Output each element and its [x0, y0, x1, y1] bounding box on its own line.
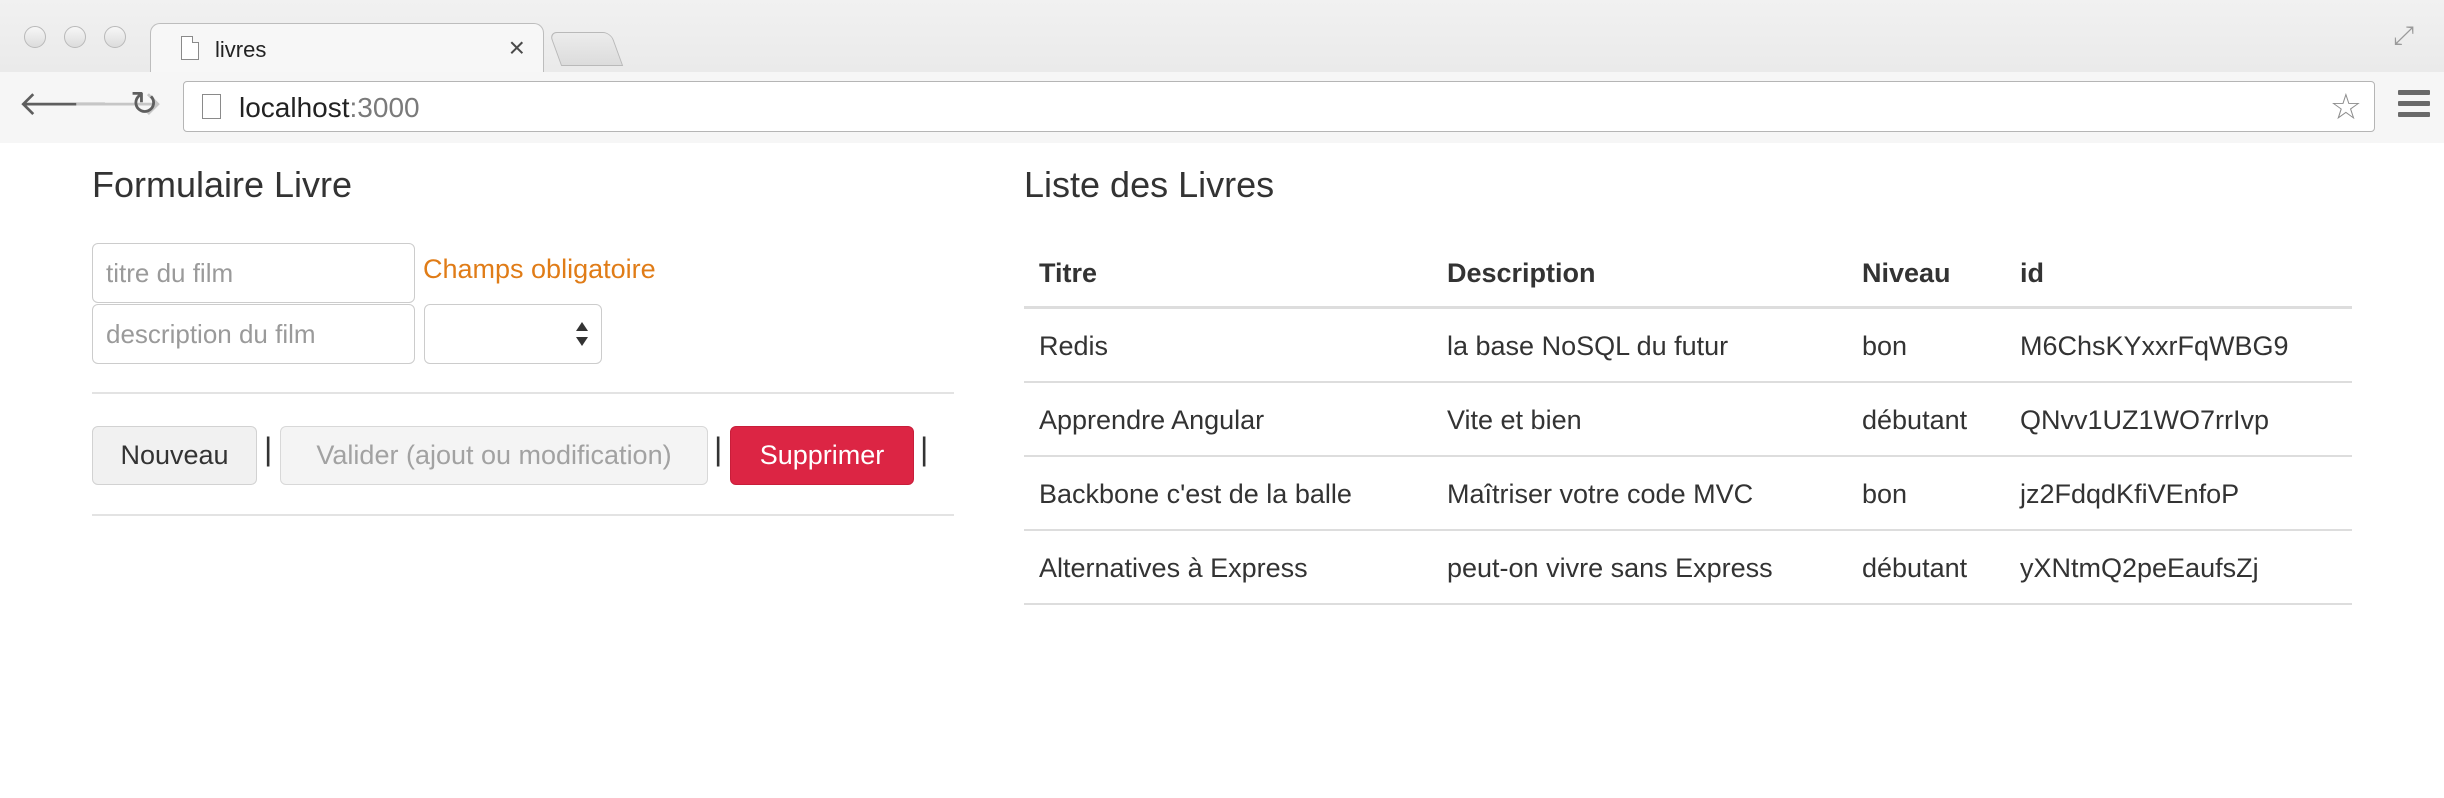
new-tab-button[interactable]: [548, 32, 624, 66]
separator: |: [714, 431, 723, 467]
cell-title: Alternatives à Express: [1039, 553, 1308, 583]
title-input[interactable]: [92, 243, 415, 303]
new-button[interactable]: Nouveau: [92, 426, 257, 485]
table-row[interactable]: Redis la base NoSQL du futur bon M6ChsKY…: [1024, 309, 2352, 383]
select-arrows-icon: [576, 322, 588, 346]
column-header-id: id: [2020, 258, 2044, 288]
cell-description: peut-on vivre sans Express: [1447, 553, 1773, 583]
separator: |: [264, 431, 273, 467]
cell-id: jz2FdqdKfiVEnfoP: [2020, 479, 2240, 509]
page-icon: [202, 94, 221, 119]
navigation-bar: 🡐 🡒 ↻ localhost:3000 ☆: [0, 72, 2444, 143]
table-header-row: Titre Description Niveau id: [1024, 216, 2352, 309]
column-header-title: Titre: [1039, 258, 1098, 288]
cell-level: débutant: [1862, 405, 1968, 435]
cell-description: la base NoSQL du futur: [1447, 331, 1729, 361]
tab-title: livres: [215, 37, 267, 62]
minimize-window-icon[interactable]: [64, 26, 86, 48]
cell-level: bon: [1862, 479, 1908, 509]
divider: [92, 514, 954, 516]
url-port: :3000: [349, 92, 420, 123]
tab-strip: livres × ⤢: [0, 0, 2444, 72]
table-row[interactable]: Apprendre Angular Vite et bien débutant …: [1024, 383, 2352, 457]
level-select[interactable]: [424, 304, 602, 364]
table-row[interactable]: Alternatives à Express peut-on vivre san…: [1024, 531, 2352, 605]
url-text[interactable]: localhost:3000: [239, 92, 420, 124]
tab-close-icon[interactable]: ×: [509, 32, 525, 64]
cell-level: débutant: [1862, 553, 1968, 583]
close-window-icon[interactable]: [24, 26, 46, 48]
address-bar[interactable]: localhost:3000 ☆: [183, 81, 2375, 132]
cell-id: QNvv1UZ1WO7rrIvp: [2020, 405, 2270, 435]
description-input[interactable]: [92, 304, 415, 364]
list-title: Liste des Livres: [1024, 164, 1275, 205]
tab-livres[interactable]: livres ×: [150, 23, 544, 72]
delete-button[interactable]: Supprimer: [730, 426, 914, 485]
browser-chrome: livres × ⤢ 🡐 🡒 ↻ localhost:3000 ☆: [0, 0, 2444, 143]
separator: |: [920, 431, 929, 467]
cell-level: bon: [1862, 331, 1908, 361]
cell-id: M6ChsKYxxrFqWBG9: [2020, 331, 2289, 361]
column-header-level: Niveau: [1862, 258, 1951, 288]
bookmark-star-icon[interactable]: ☆: [2330, 86, 2362, 128]
cell-title: Apprendre Angular: [1039, 405, 1265, 435]
form-title: Formulaire Livre: [92, 164, 353, 205]
cell-title: Redis: [1039, 331, 1109, 361]
divider: [92, 392, 954, 394]
cell-id: yXNtmQ2peEaufsZj: [2020, 553, 2259, 583]
cell-title: Backbone c'est de la balle: [1039, 479, 1352, 509]
url-host: localhost: [239, 92, 350, 123]
reload-icon[interactable]: ↻: [130, 84, 159, 124]
cell-description: Vite et bien: [1447, 405, 1582, 435]
zoom-window-icon[interactable]: [104, 26, 126, 48]
validate-button[interactable]: Valider (ajout ou modification): [280, 426, 708, 485]
fullscreen-icon[interactable]: ⤢: [2393, 20, 2414, 52]
page-content: Formulaire Livre Champs obligatoire Nouv…: [0, 144, 2444, 798]
table-row[interactable]: Backbone c'est de la balle Maîtriser vot…: [1024, 457, 2352, 531]
cell-description: Maîtriser votre code MVC: [1447, 479, 1754, 509]
column-header-description: Description: [1447, 258, 1596, 288]
required-message: Champs obligatoire: [423, 254, 656, 284]
document-icon: [181, 36, 199, 60]
menu-icon[interactable]: [2398, 90, 2430, 120]
books-table: Titre Description Niveau id Redis la bas…: [1024, 216, 2352, 605]
